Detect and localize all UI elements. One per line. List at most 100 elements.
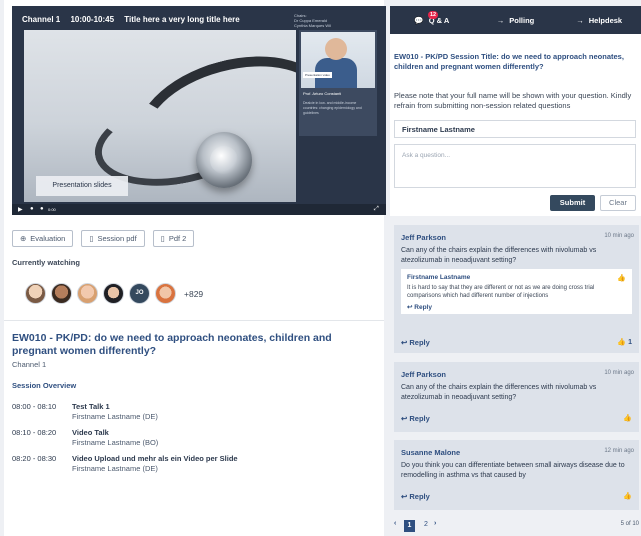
submit-button[interactable]: Submit bbox=[550, 195, 595, 211]
reply-label: Reply bbox=[409, 338, 430, 347]
session-pdf-button[interactable]: ▯ Session pdf bbox=[81, 230, 145, 247]
player-title-bar: Channel 1 10:00-10:45 Title here a very … bbox=[22, 15, 248, 24]
divider bbox=[4, 320, 384, 321]
chat-icon: 💬 bbox=[414, 15, 424, 25]
pagination: ‹ 1 2 › 5 of 10 bbox=[394, 520, 639, 532]
tab-polling[interactable]: → Polling bbox=[474, 6, 558, 34]
pdf2-button[interactable]: ▯ Pdf 2 bbox=[152, 230, 195, 247]
question-time: 12 min ago bbox=[604, 448, 634, 454]
speaker-head bbox=[325, 38, 347, 60]
question-time: 10 min ago bbox=[604, 370, 634, 376]
presentation-video-chip: Presentation video bbox=[303, 72, 332, 78]
globe-icon: ⊕ bbox=[20, 234, 27, 243]
like-icon[interactable]: 👍 bbox=[617, 274, 626, 282]
qa-sidebar: 💬 Q & A 12 → Polling → Helpdesk EW010 - … bbox=[390, 0, 641, 536]
question-text: Can any of the chairs explain the differ… bbox=[401, 247, 597, 264]
video-player[interactable]: Channel 1 10:00-10:45 Title here a very … bbox=[12, 6, 386, 215]
session-channel: Channel 1 bbox=[12, 360, 47, 369]
qa-note: Please note that your full name will be … bbox=[394, 91, 632, 110]
sidebar-tabs: 💬 Q & A 12 → Polling → Helpdesk bbox=[390, 6, 641, 34]
question-time: 10 min ago bbox=[604, 233, 634, 239]
chevron-left-icon[interactable]: ‹ bbox=[394, 520, 396, 527]
like-icon[interactable]: 👍 bbox=[623, 414, 632, 422]
session-pdf-label: Session pdf bbox=[97, 234, 137, 243]
question-card: Jeff Parkson 10 min ago Can any of the c… bbox=[394, 362, 639, 432]
chairs-info: Chairs: Dr Cuppa Emerald Cynthia Marques… bbox=[294, 13, 331, 28]
chair-2: Cynthia Marques Wil bbox=[294, 23, 331, 28]
clear-button[interactable]: Clear bbox=[600, 195, 636, 211]
progress-dot-icon[interactable]: ● bbox=[40, 206, 44, 212]
channel-label: Channel 1 bbox=[22, 15, 61, 24]
avatar[interactable] bbox=[103, 283, 124, 304]
session-tools: ⊕ Evaluation ▯ Session pdf ▯ Pdf 2 bbox=[12, 230, 195, 247]
chevron-right-icon[interactable]: › bbox=[434, 520, 436, 527]
answer-author: Firstname Lastname bbox=[407, 274, 471, 281]
evaluation-button[interactable]: ⊕ Evaluation bbox=[12, 230, 74, 247]
talk-title: Video Talk bbox=[72, 428, 109, 437]
talk-speaker: Firstname Lastname (DE) bbox=[72, 464, 158, 473]
like-icon[interactable]: 👍 bbox=[623, 492, 632, 500]
page-summary: 5 of 10 bbox=[620, 521, 639, 527]
talk-time: 08:20 - 08:30 bbox=[12, 454, 57, 463]
tab-helpdesk[interactable]: → Helpdesk bbox=[557, 6, 641, 34]
speaker-name: Prof. Arturo Constanti bbox=[303, 91, 342, 96]
page-1-button[interactable]: 1 bbox=[404, 520, 415, 532]
question-card: Susanne Malone 12 min ago Do you think y… bbox=[394, 440, 639, 510]
presentation-slides-label: Presentation slides bbox=[36, 176, 128, 196]
arrow-right-icon: → bbox=[496, 15, 505, 25]
reply-button[interactable]: ↩ Reply bbox=[401, 492, 430, 501]
reply-button[interactable]: ↩ Reply bbox=[401, 414, 430, 423]
document-icon: ▯ bbox=[160, 234, 165, 243]
answer-card: Firstname Lastname 👍 It is hard to say t… bbox=[401, 269, 632, 314]
talk-speaker: Firstname Lastname (DE) bbox=[72, 412, 158, 421]
question-text: Do you think you can differentiate betwe… bbox=[401, 462, 625, 479]
player-time: 0:00 bbox=[48, 207, 56, 212]
avatar[interactable] bbox=[155, 283, 176, 304]
play-icon[interactable]: ▶ bbox=[18, 206, 23, 213]
avatar[interactable] bbox=[51, 283, 72, 304]
like-button[interactable]: 👍 1 bbox=[617, 338, 632, 346]
speaker-image: Presentation video bbox=[301, 32, 375, 88]
page-2-button[interactable]: 2 bbox=[424, 521, 428, 528]
name-field[interactable]: Firstname Lastname bbox=[394, 120, 636, 138]
reply-button[interactable]: ↩ Reply bbox=[401, 338, 430, 347]
qa-session-title: EW010 - PK/PD Session Title: do we need … bbox=[394, 52, 624, 71]
pdf2-label: Pdf 2 bbox=[168, 234, 187, 243]
talk-title: Video Upload und mehr als ein Video per … bbox=[72, 454, 238, 463]
speaker-video[interactable]: Presentation video Prof. Arturo Constant… bbox=[299, 30, 377, 136]
avatar[interactable] bbox=[77, 283, 98, 304]
tab-polling-label: Polling bbox=[509, 15, 535, 25]
arrow-right-icon: → bbox=[576, 15, 584, 25]
question-text: Can any of the chairs explain the differ… bbox=[401, 384, 597, 401]
question-input[interactable]: Ask a question... bbox=[394, 144, 636, 188]
speaker-talk-text: Dealcie in low- and middle-income countr… bbox=[303, 101, 362, 115]
stream-title: Title here a very long title here bbox=[124, 15, 240, 24]
answer-reply-button[interactable]: ↩ Reply bbox=[407, 303, 432, 311]
answer-text: It is hard to say that they are differen… bbox=[407, 285, 595, 299]
like-count: 1 bbox=[628, 339, 632, 346]
like-icon: 👍 bbox=[617, 339, 627, 346]
question-author: Jeff Parkson bbox=[401, 370, 447, 379]
avatar-initials[interactable]: JO bbox=[129, 283, 150, 304]
watchers-count[interactable]: +829 bbox=[184, 289, 203, 299]
avatar[interactable] bbox=[25, 283, 46, 304]
evaluation-label: Evaluation bbox=[30, 234, 66, 243]
watchers-list: JO +829 bbox=[25, 283, 203, 304]
main-panel: Channel 1 10:00-10:45 Title here a very … bbox=[4, 0, 386, 536]
tab-qa[interactable]: 💬 Q & A 12 bbox=[390, 6, 474, 34]
volume-icon[interactable]: ● bbox=[30, 206, 34, 212]
fullscreen-icon[interactable]: ⤢ bbox=[374, 206, 379, 213]
reply-label: Reply bbox=[409, 414, 430, 423]
player-controls: ▶ ● ● 0:00 ⤢ bbox=[12, 204, 386, 215]
time-label: 10:00-10:45 bbox=[70, 15, 115, 24]
ask-question-panel: EW010 - PK/PD Session Title: do we need … bbox=[390, 34, 641, 216]
presentation-slide: Presentation slides bbox=[24, 30, 296, 202]
question-author: Susanne Malone bbox=[401, 448, 461, 457]
reply-label: Reply bbox=[414, 304, 432, 311]
talk-speaker: Firstname Lastname (BO) bbox=[72, 438, 159, 447]
talk-title: Test Talk 1 bbox=[72, 402, 110, 411]
qa-count-badge: 12 bbox=[428, 11, 439, 19]
session-title: EW010 - PK/PD: do we need to approach ne… bbox=[12, 332, 332, 357]
session-overview-heading: Session Overview bbox=[12, 381, 77, 390]
reply-label: Reply bbox=[409, 492, 430, 501]
